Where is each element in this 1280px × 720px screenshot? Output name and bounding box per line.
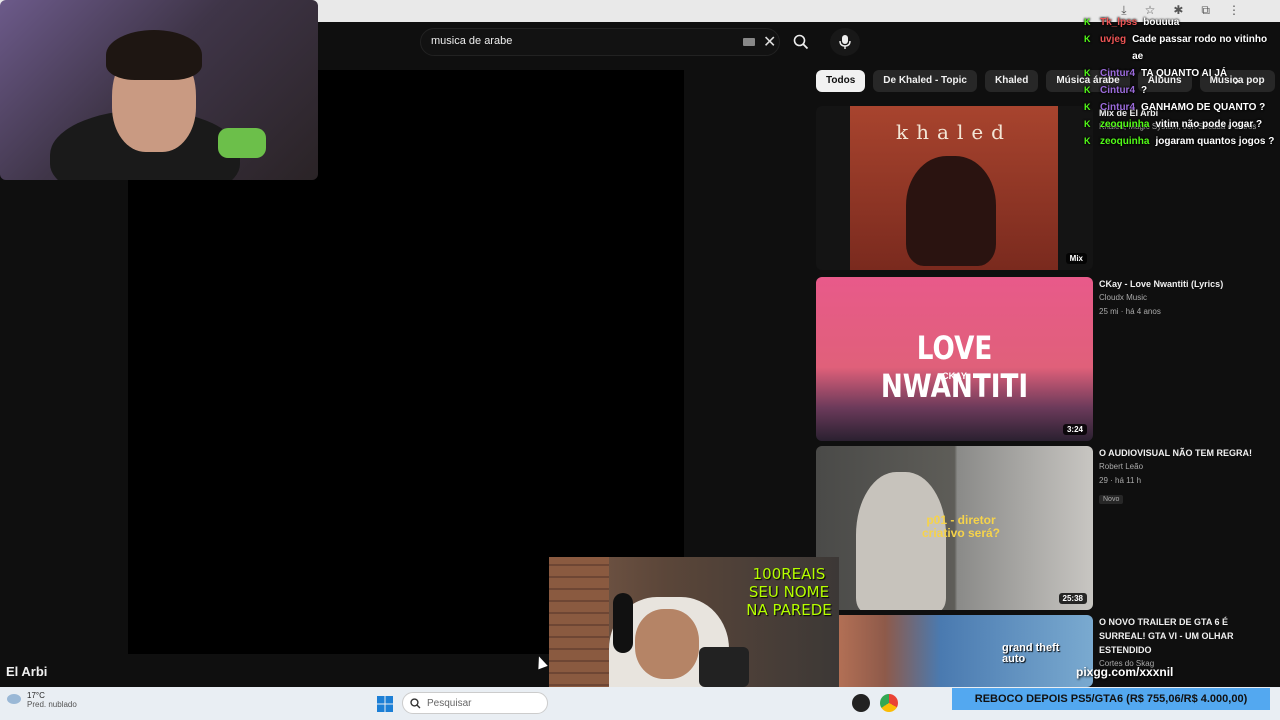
taskbar-search-placeholder: Pesquisar [427, 698, 472, 709]
chat-username: Tk_lpss [1100, 17, 1138, 28]
chat-text: jogaram quantos jogos ? [1155, 136, 1275, 147]
video-meta: O AUDIOVISUAL NÃO TEM REGRA! Robert Leão… [1099, 446, 1275, 506]
headphones [613, 593, 633, 653]
chat-message: Kuvjeg Cade passar rodo no vitinho ae [1084, 31, 1280, 65]
video-thumbnail[interactable]: LOVE NWANTITI CKAY 3:24 [816, 277, 1093, 441]
duration-badge: 3:24 [1062, 424, 1087, 435]
video-title[interactable]: O NOVO TRAILER DE GTA 6 É SURREAL! GTA V… [1099, 615, 1275, 657]
keyboard-icon[interactable] [743, 38, 755, 46]
chat-text: Cade passar rodo no vitinho ae [1132, 34, 1268, 62]
chat-text: GANHAMO DE QUANTO ? [1141, 102, 1266, 113]
chat-badge-icon: K [1084, 17, 1091, 27]
thumbnail-text: p01 - diretor criativo será? [921, 513, 1001, 540]
taskbar-app-icon[interactable] [852, 694, 870, 712]
chat-message: K Cintur4? [1084, 82, 1280, 99]
chat-badge-icon: K [1084, 34, 1091, 44]
voice-search-button[interactable] [830, 28, 860, 56]
chat-username: Cintur4 [1100, 102, 1135, 113]
chat-text: vitim não pode jogar ? [1155, 119, 1263, 130]
person-silhouette [856, 472, 946, 610]
thumbnail-text: grand theft auto [1002, 642, 1060, 665]
chat-message: K Tk_lpss bouuua [1084, 14, 1280, 31]
chat-badge-icon: K [1084, 119, 1091, 129]
microphone-icon [839, 35, 851, 49]
chip-khaled-topic[interactable]: De Khaled - Topic [873, 70, 977, 92]
chat-message: K Cintur4 GANHAMO DE QUANTO ? [1084, 99, 1280, 116]
chrome-icon[interactable] [880, 694, 898, 712]
chat-text: bouuua [1143, 17, 1180, 28]
search-button[interactable] [784, 28, 818, 56]
chat-text: ? [1141, 85, 1148, 96]
thumbnail-text: khaled [896, 120, 1012, 144]
microphone [699, 647, 749, 687]
streamer-webcam [0, 0, 318, 180]
new-badge: Novo [1099, 495, 1124, 504]
clear-icon[interactable]: ✕ [763, 32, 776, 52]
mouse-cursor [534, 654, 548, 670]
video-thumbnail[interactable]: khaled Mix [816, 106, 1093, 270]
chat-username: zeoquinha [1100, 119, 1150, 130]
video-title[interactable]: O AUDIOVISUAL NÃO TEM REGRA! [1099, 446, 1275, 460]
chat-badge-icon: K [1084, 85, 1091, 95]
chat-badge-icon: K [1084, 136, 1091, 146]
chat-username: uvjeg [1099, 34, 1127, 45]
search-icon [410, 698, 421, 709]
search-icon [793, 34, 809, 50]
duration-badge: Mix [1065, 253, 1087, 264]
channel-name[interactable]: Cloudx Music [1099, 291, 1275, 305]
video-title: El Arbi [6, 664, 48, 679]
person-face [635, 609, 699, 679]
person-hair [106, 30, 202, 80]
windows-start-icon[interactable] [377, 696, 393, 712]
search-input[interactable]: musica de arabe ✕ [420, 28, 780, 56]
chat-username: Cintur4 [1100, 85, 1135, 96]
goal-banner: REBOCO DEPOIS PS5/GTA6 (R$ 755,06/R$ 4.0… [952, 688, 1270, 710]
thumbnail-subtext: CKAY [942, 371, 967, 381]
thumbnail-text: LOVE NWANTITI [880, 329, 1029, 405]
video-thumbnail[interactable]: grand theft auto [816, 615, 1093, 687]
singer-silhouette [906, 156, 996, 266]
plush-toy [218, 128, 266, 158]
chat-message: K Cintur4 TA QUANTO AI JÁ [1084, 65, 1280, 82]
stream-chat: K Tk_lpss bouuua Kuvjeg Cade passar rodo no… [1084, 14, 1280, 150]
duration-badge: 25:38 [1058, 593, 1087, 604]
chat-badge-icon: K [1084, 68, 1091, 78]
video-stats: 29 · há 11 h [1099, 476, 1142, 485]
video-title[interactable]: CKay - Love Nwantiti (Lyrics) [1099, 277, 1275, 291]
taskbar-search[interactable]: Pesquisar [402, 692, 548, 714]
weather-temp: 17°C [27, 691, 45, 700]
chat-message: Kzeoquinha jogaram quantos jogos ? [1084, 133, 1280, 150]
chip-all[interactable]: Todos [816, 70, 866, 92]
chat-username: zeoquinha [1100, 136, 1150, 147]
cloud-icon [7, 694, 21, 704]
video-thumbnail[interactable]: p01 - diretor criativo será? 25:38 [816, 446, 1093, 610]
weather-desc: Pred. nublado [27, 700, 77, 709]
chat-text: TA QUANTO AI JÁ [1141, 68, 1228, 79]
weather-widget[interactable]: 17°C Pred. nublado [6, 691, 77, 709]
chip-khaled[interactable]: Khaled [984, 70, 1039, 92]
donation-overlay-text: 100REAIS SEU NOME NA PAREDE [746, 565, 832, 619]
search-query: musica de arabe [431, 35, 513, 47]
chat-username: Cintur4 [1100, 68, 1135, 79]
chat-message: Kzeoquinha vitim não pode jogar ? [1084, 116, 1280, 133]
video-meta: CKay - Love Nwantiti (Lyrics) Cloudx Mus… [1099, 277, 1275, 319]
channel-name[interactable]: Robert Leão [1099, 460, 1275, 474]
pix-link: pixgg.com/xxxnil [1076, 665, 1174, 679]
video-stats: 25 mi · há 4 anos [1099, 307, 1161, 316]
chat-badge-icon: K [1084, 102, 1091, 112]
video-meta: O NOVO TRAILER DE GTA 6 É SURREAL! GTA V… [1099, 615, 1275, 671]
